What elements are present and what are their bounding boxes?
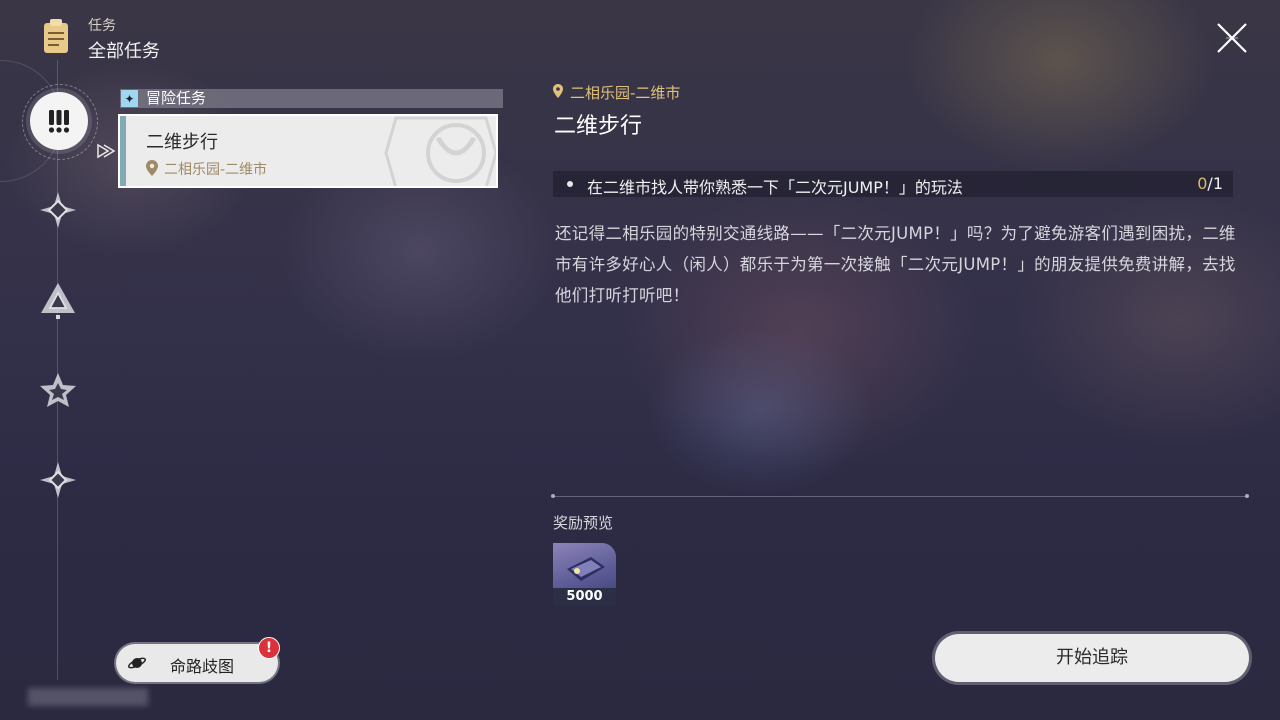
- detail-location: 二相乐园-二维市: [570, 84, 681, 102]
- mission-category-label: 冒险任务: [146, 89, 207, 107]
- sparkle-icon: ✦: [121, 90, 138, 107]
- divider-end: [551, 494, 555, 498]
- objective-row: 在二维市找人带你熟悉一下「二次元JUMP！」的玩法 0/1: [553, 171, 1233, 197]
- emblem-icon: [384, 116, 496, 186]
- category-adventure[interactable]: [30, 92, 88, 150]
- star-icon: [40, 373, 76, 407]
- diamond-star-icon: [40, 462, 76, 498]
- card-accent-bar: [120, 116, 126, 186]
- ticket-icon: [567, 557, 605, 581]
- objective-progress: 0/1: [1197, 174, 1223, 193]
- mission-location: 二相乐园-二维市: [164, 162, 268, 178]
- header-section: 任务: [88, 18, 116, 34]
- page-title: 全部任务: [88, 41, 160, 62]
- divider-end: [1245, 494, 1249, 498]
- planet-icon: [128, 657, 146, 669]
- reward-preview-label: 奖励预览: [553, 514, 614, 532]
- location-pin-icon: [146, 160, 158, 176]
- reward-item[interactable]: 5000: [553, 543, 616, 606]
- branch-map-button[interactable]: 命路歧图: [116, 644, 278, 682]
- exclamation-icon: [48, 110, 70, 133]
- start-tracking-button[interactable]: 开始追踪: [935, 634, 1249, 682]
- close-icon[interactable]: [1212, 18, 1252, 58]
- category-2[interactable]: [36, 188, 80, 232]
- clipboard-icon: [44, 19, 68, 53]
- category-4[interactable]: [36, 368, 80, 412]
- mission-category-header: ✦ 冒险任务: [120, 89, 503, 108]
- triangle-icon: [41, 283, 75, 319]
- bullet-icon: [567, 181, 573, 187]
- category-5[interactable]: [36, 458, 80, 502]
- detail-title: 二维步行: [554, 114, 643, 139]
- objective-text: 在二维市找人带你熟悉一下「二次元JUMP！」的玩法: [587, 178, 963, 197]
- location-pin-icon: [553, 84, 563, 98]
- category-3[interactable]: [36, 278, 80, 322]
- mission-title: 二维步行: [146, 132, 218, 153]
- diamond-star-icon: [40, 192, 76, 228]
- objective-done: 0: [1197, 174, 1208, 193]
- start-tracking-label: 开始追踪: [1056, 647, 1128, 668]
- branch-map-label: 命路歧图: [170, 657, 235, 676]
- divider: [553, 496, 1248, 497]
- objective-total: /1: [1207, 174, 1223, 193]
- reward-quantity: 5000: [553, 588, 616, 606]
- mission-description: 还记得二相乐园的特别交通线路——「二次元JUMP！」吗？为了避免游客们遇到困扰，…: [555, 224, 1236, 305]
- selection-pointer-icon: [97, 143, 116, 159]
- uid-blur: [28, 688, 148, 706]
- notification-badge: !: [258, 637, 280, 659]
- mission-card[interactable]: 二维步行 二相乐园-二维市: [118, 114, 498, 188]
